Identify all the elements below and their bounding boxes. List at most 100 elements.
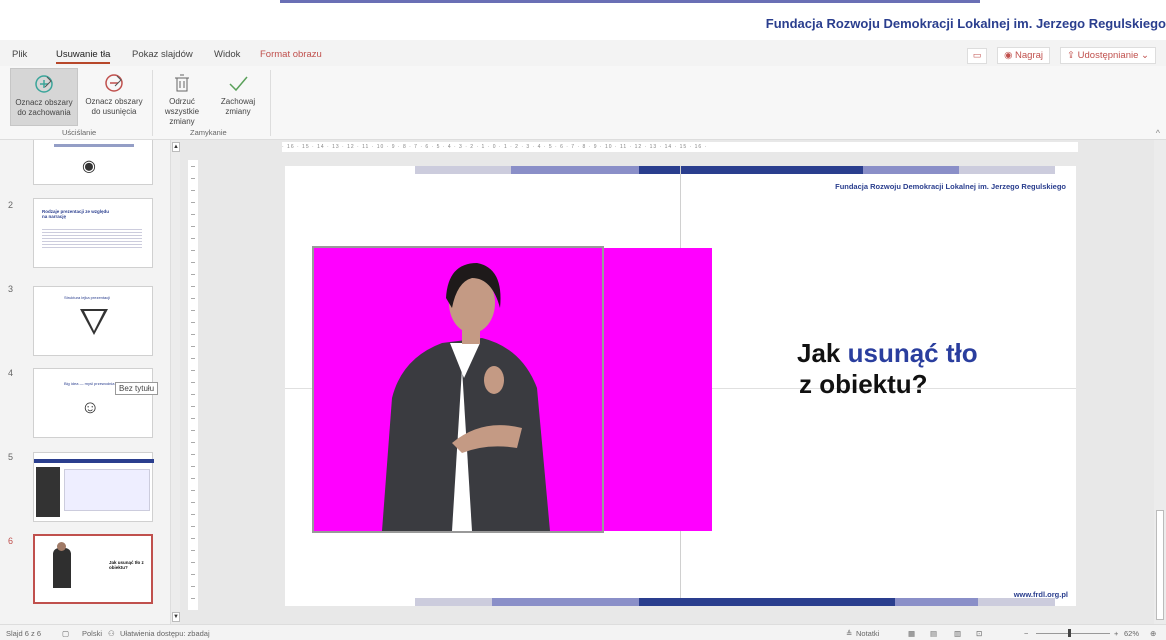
tab-slideshow[interactable]: Pokaz slajdów (132, 49, 193, 60)
ruler-tick (191, 538, 195, 539)
thumbnail-number: 3 (8, 284, 14, 294)
ruler-tick (191, 586, 195, 587)
ruler-tick (191, 190, 195, 191)
normal-view-icon[interactable]: ▦ (908, 629, 915, 638)
ruler-tick (191, 490, 195, 491)
tab-view[interactable]: Widok (214, 49, 240, 60)
ruler-tick (191, 406, 195, 407)
ruler-tick (191, 502, 195, 503)
spellcheck-icon[interactable]: ▢ (62, 629, 69, 638)
slide-title[interactable]: Jak usunąć tło z obiektu? (797, 338, 978, 400)
horizontal-ruler: · 16 · 15 · 14 · 13 · 12 · 11 · 10 · 9 ·… (282, 142, 1078, 152)
image-selection-frame[interactable] (312, 246, 604, 533)
editor-scrollbar[interactable] (1154, 140, 1166, 624)
notes-button[interactable]: Notatki (856, 629, 879, 638)
keep-changes-button[interactable]: Zachowaj zmiany (214, 68, 262, 126)
accessibility-icon[interactable]: ⚇ (108, 629, 115, 638)
comment-button[interactable]: ▭ (967, 47, 988, 64)
title-prefix: Jak (797, 338, 848, 368)
ribbon-tabs: Plik Usuwanie tła Pokaz slajdów Widok Fo… (0, 44, 1166, 66)
tab-picture-format[interactable]: Format obrazu (260, 49, 322, 60)
vertical-ruler (188, 160, 198, 610)
ruler-tick (191, 178, 195, 179)
slide-thumbnail[interactable]: Rodzaje prezentacji ze względu na narrac… (33, 198, 153, 268)
mark-keep-icon (35, 75, 53, 93)
ruler-tick (191, 166, 195, 167)
slide-thumbnail[interactable]: Struktura lejka prezentacji (33, 286, 153, 356)
discard-changes-button[interactable]: Odrzuć wszystkie zmiany (156, 68, 208, 126)
ruler-tick (191, 394, 195, 395)
thumbnail-title: Rodzaje prezentacji ze względu na narrac… (42, 209, 110, 219)
slide-thumbnail-panel: ◉ 2 Rodzaje prezentacji ze względu na na… (0, 140, 168, 624)
slide-top-bar (415, 166, 1055, 174)
slideshow-icon[interactable]: ⊡ (976, 629, 982, 638)
ruler-tick (191, 286, 195, 287)
ruler-tick (191, 274, 195, 275)
group-close-label: Zamykanie (190, 128, 227, 137)
record-icon: ◉ (1004, 50, 1013, 61)
thumbnail-number: 2 (8, 200, 14, 210)
checkmark-icon (229, 76, 248, 92)
mark-remove-icon (105, 74, 123, 92)
fit-slide-icon[interactable]: ⊕ (1150, 629, 1156, 638)
ruler-tick (191, 262, 195, 263)
slide-thumbnail[interactable]: Big idea — myśl przewodnia ☺ (33, 368, 153, 438)
thumbnail-number: 6 (8, 536, 14, 546)
thumbnail-title: Struktura lejka prezentacji (64, 295, 111, 300)
banner-bar (280, 0, 980, 3)
ruler-tick (191, 214, 195, 215)
language[interactable]: Polski (82, 629, 102, 638)
scroll-down-icon[interactable]: ▼ (172, 612, 180, 622)
scroll-thumb[interactable] (1156, 510, 1164, 620)
slide-canvas[interactable]: Fundacja Rozwoju Demokracji Lokalnej im.… (285, 166, 1076, 606)
ribbon: Oznacz obszary do zachowania Oznacz obsz… (0, 66, 1166, 140)
mark-remove-button[interactable]: Oznacz obszary do usunięcia (80, 68, 148, 126)
powerpoint-window: Fundacja Rozwoju Demokracji Lokalnej im.… (0, 0, 1166, 640)
thumbnail-tooltip: Bez tytułu (115, 382, 159, 395)
zoom-slider-knob[interactable] (1068, 629, 1071, 637)
group-refine-label: Uściślanie (62, 128, 97, 137)
share-button[interactable]: ⇪ Udostępnianie ⌄ (1060, 47, 1156, 64)
ruler-tick (191, 550, 195, 551)
mark-keep-button[interactable]: Oznacz obszary do zachowania (10, 68, 78, 126)
zoom-level[interactable]: 62% (1124, 629, 1139, 638)
record-label: Nagraj (1015, 50, 1044, 61)
ruler-tick (191, 574, 195, 575)
slide-thumbnail[interactable] (33, 452, 154, 522)
tab-file[interactable]: Plik (12, 49, 27, 60)
discard-label: Odrzuć wszystkie zmiany (164, 97, 200, 126)
ruler-tick (191, 526, 195, 527)
zoom-out-icon[interactable]: − (1024, 629, 1028, 638)
ruler-tick (191, 202, 195, 203)
title-highlight: usunąć tło (847, 338, 978, 368)
record-button[interactable]: ◉ Nagraj (997, 47, 1051, 64)
slide-thumbnail[interactable]: ◉ (33, 140, 153, 185)
slide-thumbnail-selected[interactable]: Jak usunąć tło z obiektu? (33, 534, 153, 604)
zoom-in-icon[interactable]: + (1114, 629, 1118, 638)
ruler-tick (191, 370, 195, 371)
group-separator (152, 70, 153, 136)
keep-changes-label: Zachowaj zmiany (220, 97, 256, 116)
group-separator (270, 70, 271, 136)
slide-org-name: Fundacja Rozwoju Demokracji Lokalnej im.… (835, 182, 1066, 191)
mark-remove-label: Oznacz obszary do usunięcia (85, 97, 143, 116)
panel-scrollbar[interactable]: ▲ ▼ (170, 140, 180, 624)
thumbnail-title: Jak usunąć tło z obiektu? (109, 560, 144, 570)
accessibility-status[interactable]: Ułatwienia dostępu: zbadaj (120, 629, 210, 638)
tab-background-removal[interactable]: Usuwanie tła (56, 49, 111, 64)
collapse-ribbon-icon[interactable]: ^ (1156, 128, 1160, 138)
ruler-tick (191, 562, 195, 563)
slide-count: Slajd 6 z 6 (6, 629, 42, 638)
comment-icon: ▭ (972, 50, 982, 60)
slide-sorter-icon[interactable]: ▤ (930, 629, 937, 638)
eye-icon: ◉ (82, 158, 96, 175)
ruler-tick (191, 250, 195, 251)
zoom-slider[interactable] (1036, 633, 1110, 634)
ruler-tick (191, 238, 195, 239)
reading-view-icon[interactable]: ▥ (954, 629, 961, 638)
ruler-tick (191, 382, 195, 383)
top-banner: Fundacja Rozwoju Demokracji Lokalnej im.… (0, 0, 1166, 40)
brain-head-icon: ☺ (81, 397, 100, 417)
share-icon: ⇪ (1067, 50, 1075, 61)
scroll-up-icon[interactable]: ▲ (172, 142, 180, 152)
